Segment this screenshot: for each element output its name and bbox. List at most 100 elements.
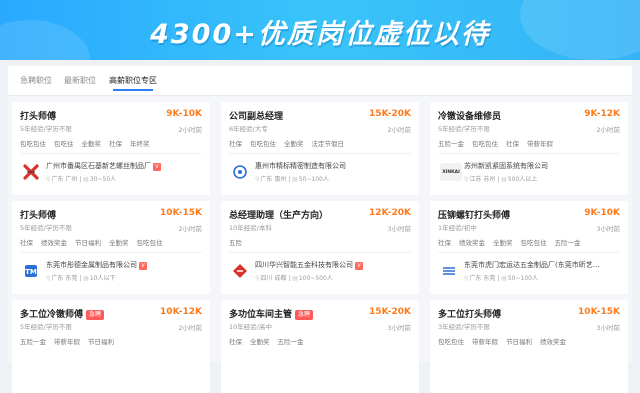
job-post-time: 3小时前 [596, 324, 620, 332]
job-tags: 五险一金 包吃包住 社保 带薪年假 [438, 138, 553, 148]
company-logo[interactable] [231, 163, 249, 181]
job-title[interactable]: 打头师傅 [20, 109, 56, 122]
company-logo[interactable] [231, 262, 249, 280]
job-card[interactable]: 压铆螺钉打头师傅 9K-10K 1年经验/初中 3小时前 社保 绩效奖金 全勤奖… [430, 201, 628, 294]
job-tag: 全勤奖 [284, 140, 304, 148]
job-title[interactable]: 压铆螺钉打头师傅 [438, 208, 510, 221]
job-title[interactable]: 多功位车间主管 急聘 [229, 307, 314, 320]
location-pin-icon: ⚲ [46, 275, 51, 282]
job-tag: 社保 [438, 239, 451, 247]
job-post-time: 2小时前 [596, 126, 620, 134]
job-requirements: 1年经验/初中 [438, 224, 477, 232]
building-icon: ▤ [292, 275, 298, 282]
job-tags: 社保 绩效奖金 全勤奖 包吃包住 五险一金 [438, 237, 581, 247]
job-post-time: 2小时前 [178, 126, 202, 134]
location-pin-icon: ⚲ [255, 176, 260, 183]
job-card[interactable]: 多工位冷镦师傅 急聘 10K-12K 5年经验/学历不限 2小时前 五险一金 带薪… [12, 300, 210, 393]
job-card[interactable]: 总经理助理（生产方向） 12K-20K 10年经验/本科 3小时前 五险 四川华… [221, 201, 419, 294]
job-requirements: 5年经验/学历不限 [20, 224, 72, 232]
company-name[interactable]: 四川华兴智能五金科技有限公司 V [255, 260, 363, 270]
job-tag: 绩效奖金 [459, 239, 485, 247]
building-icon: ▤ [83, 275, 89, 282]
job-tag: 节日福利 [88, 338, 114, 346]
location-pin-icon: ⚲ [464, 275, 469, 282]
company-name[interactable]: 东莞市彤德金属制品有限公司 V [46, 260, 147, 270]
job-post-time: 3小时前 [596, 225, 620, 233]
card-divider [438, 252, 620, 253]
svg-text:TM: TM [25, 268, 37, 276]
job-card[interactable]: 打头师傅 10K-15K 5年经验/学历不限 2小时前 社保 绩效奖金 节日福利… [12, 201, 210, 294]
job-title[interactable]: 多工位冷镦师傅 急聘 [20, 307, 105, 320]
card-divider [229, 252, 411, 253]
job-salary: 10K-15K [160, 208, 202, 218]
job-title[interactable]: 公司副总经理 [229, 109, 283, 122]
job-card[interactable]: 打头师傅 9K-10K 5年经验/学历不限 2小时前 包吃包住 包吃住 全勤奖 … [12, 102, 210, 195]
job-tag: 包吃包住 [250, 140, 276, 148]
tab-latest-jobs[interactable]: 最新职位 [64, 75, 96, 86]
job-tag: 全勤奖 [250, 338, 270, 346]
job-title[interactable]: 打头师傅 [20, 208, 56, 221]
job-tag: 五险一金 [277, 338, 304, 346]
job-card[interactable]: 多功位车间主管 急聘 15K-20K 10年经验/高中 3小时前 社保 全勤奖 五… [221, 300, 419, 393]
job-tag: 全勤奖 [493, 239, 513, 247]
urgent-badge: 急聘 [295, 310, 314, 320]
verified-badge-icon: V [153, 163, 161, 171]
tab-bar: 急聘职位 最新职位 高薪职位专区 [8, 66, 632, 96]
job-post-time: 2小时前 [178, 225, 202, 233]
job-title[interactable]: 冷镦设备维修员 [438, 109, 501, 122]
banner: 4300+优质岗位虚位以待 [0, 0, 640, 60]
job-requirements: 5年经验/学历不限 [20, 125, 72, 133]
job-tag: 社保 [506, 140, 519, 148]
company-logo[interactable]: TM [22, 262, 40, 280]
tab-urgent-jobs[interactable]: 急聘职位 [20, 75, 52, 86]
job-tag: 社保 [229, 140, 242, 148]
job-tags: 五险 [229, 237, 242, 247]
job-tags: 社保 包吃包住 全勤奖 法定节假日 [229, 138, 344, 148]
job-tag: 五险一金 [20, 338, 46, 346]
job-requirements: 5年经验/学历不限 [438, 125, 490, 133]
job-requirements: 10年经验/高中 [229, 323, 272, 331]
company-logo[interactable] [440, 262, 458, 280]
job-tag: 社保 [109, 140, 122, 148]
job-requirements: 5年经验/学历不限 [20, 323, 72, 331]
company-name[interactable]: 广州市番禺区石基新艺螺丝制品厂 V [46, 161, 161, 171]
company-name[interactable]: 苏州新凯紧固系统有限公司 [464, 161, 548, 171]
location-pin-icon: ⚲ [46, 176, 51, 183]
verified-badge-icon: V [139, 262, 147, 270]
job-tags: 五险一金 带薪年假 节日福利 [20, 336, 114, 346]
building-icon: ▤ [83, 176, 89, 183]
job-requirements: 10年经验/本科 [229, 224, 272, 232]
building-icon: ▤ [292, 176, 298, 183]
company-name[interactable]: 东莞市虎门宏运达五金制品厂(东莞市昕艺… [464, 260, 600, 270]
company-logo[interactable]: XINKAI [440, 163, 462, 181]
card-divider [20, 252, 202, 253]
job-tag: 全勤奖 [109, 239, 129, 247]
job-tag: 包吃包住 [472, 140, 498, 148]
job-card[interactable]: 公司副总经理 15K-20K 6年经验/大专 2小时前 社保 包吃包住 全勤奖 … [221, 102, 419, 195]
card-divider [438, 153, 620, 154]
job-tag: 绩效奖金 [41, 239, 67, 247]
urgent-badge: 急聘 [86, 310, 105, 320]
company-name[interactable]: 惠州市精标精密制造有限公司 [255, 161, 346, 171]
job-salary: 12K-20K [369, 208, 411, 218]
job-card[interactable]: 冷镦设备维修员 9K-12K 5年经验/学历不限 2小时前 五险一金 包吃包住 … [430, 102, 628, 195]
job-tag: 带薪年假 [527, 140, 553, 148]
job-tag: 包吃包住 [20, 140, 46, 148]
job-tag: 绩效奖金 [540, 338, 566, 346]
job-tag: 节日福利 [75, 239, 101, 247]
job-post-time: 3小时前 [387, 324, 411, 332]
company-logo[interactable] [22, 163, 40, 181]
job-salary: 10K-15K [578, 307, 620, 317]
job-tag: 五险一金 [554, 239, 581, 247]
job-title[interactable]: 总经理助理（生产方向） [229, 208, 328, 221]
job-card[interactable]: 多工位打头师傅 10K-15K 3年经验/学历不限 3小时前 包吃包住 带薪年假… [430, 300, 628, 393]
tab-high-salary-jobs[interactable]: 高薪职位专区 [109, 75, 157, 91]
building-icon: ▤ [501, 275, 507, 282]
company-meta: ⚲广东 东莞 | ▤50~100人 [464, 275, 538, 282]
job-tag: 带薪年假 [54, 338, 80, 346]
job-tag: 包吃包住 [136, 239, 163, 247]
job-title[interactable]: 多工位打头师傅 [438, 307, 501, 320]
verified-badge-icon: V [355, 262, 363, 270]
job-salary: 15K-20K [369, 109, 411, 119]
job-salary: 15K-20K [369, 307, 411, 317]
